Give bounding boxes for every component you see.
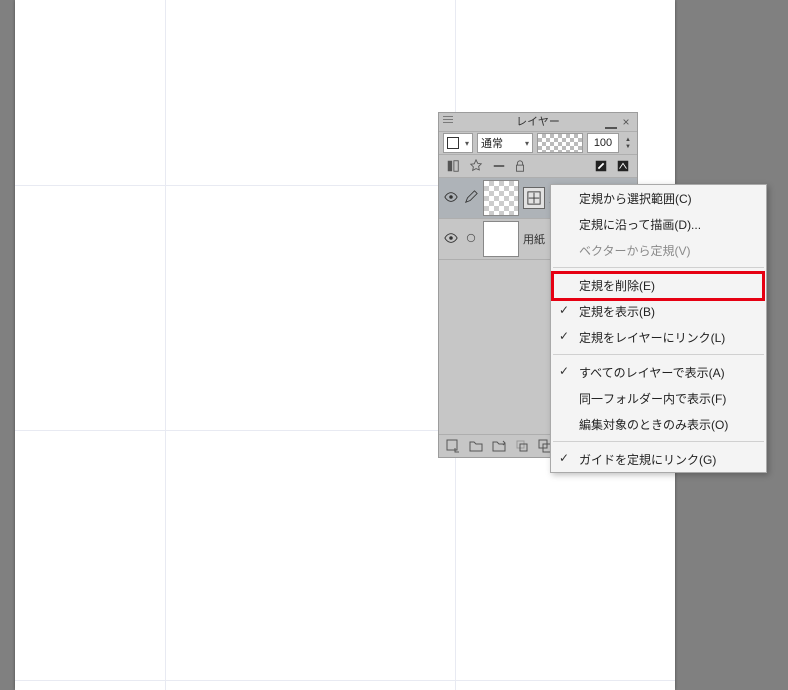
draft-layer-button[interactable] bbox=[489, 156, 509, 176]
edit-indicator[interactable] bbox=[463, 232, 479, 247]
menu-item[interactable]: 同一フォルダー内で表示(F) bbox=[551, 385, 766, 411]
check-icon: ✓ bbox=[559, 364, 569, 378]
edit-indicator[interactable] bbox=[463, 190, 479, 207]
layer-name: 用紙 bbox=[523, 231, 545, 247]
ruler-context-menu: 定規から選択範囲(C) 定規に沿って描画(D)... ベクターから定規(V) 定規を削… bbox=[550, 184, 767, 473]
menu-item[interactable]: 定規を削除(E) bbox=[551, 272, 766, 298]
panel-close-button[interactable]: × bbox=[619, 113, 633, 127]
menu-item[interactable]: 定規に沿って描画(D)... bbox=[551, 211, 766, 237]
layer-thumbnail[interactable] bbox=[483, 180, 519, 216]
layer-thumbnail[interactable] bbox=[483, 221, 519, 257]
chevron-up-icon: ▲ bbox=[623, 137, 633, 143]
menu-item[interactable]: 編集対象のときのみ表示(O) bbox=[551, 411, 766, 437]
menu-item[interactable]: ✓ 定規を表示(B) bbox=[551, 298, 766, 324]
chevron-down-icon: ▾ bbox=[525, 139, 529, 148]
chevron-down-icon: ▼ bbox=[623, 144, 633, 150]
clip-mask-button[interactable] bbox=[443, 156, 463, 176]
menu-item[interactable]: ✓ 定規をレイヤーにリンク(L) bbox=[551, 324, 766, 350]
blend-mode-value: 通常 bbox=[481, 135, 503, 151]
check-icon: ✓ bbox=[559, 451, 569, 465]
pencil-icon bbox=[464, 190, 478, 204]
menu-item-label: ベクターから定規(V) bbox=[579, 242, 691, 259]
visibility-toggle[interactable] bbox=[443, 190, 459, 207]
circle-icon bbox=[465, 232, 477, 244]
menu-item-label: 同一フォルダー内で表示(F) bbox=[579, 390, 726, 407]
opacity-input[interactable]: 100 bbox=[587, 133, 619, 153]
square-icon bbox=[447, 137, 459, 149]
palette-color-dropdown[interactable]: ▾ bbox=[443, 133, 473, 153]
menu-separator bbox=[553, 441, 764, 442]
opacity-slider[interactable] bbox=[537, 133, 583, 153]
ruler-thumbnail[interactable] bbox=[523, 187, 545, 209]
lock-buttons[interactable] bbox=[512, 156, 554, 176]
panel-titlebar[interactable]: レイヤー × bbox=[439, 113, 637, 132]
layer-menu-button[interactable] bbox=[613, 156, 633, 176]
reference-layer-button[interactable] bbox=[466, 156, 486, 176]
blend-mode-dropdown[interactable]: 通常 ▾ bbox=[477, 133, 533, 153]
transfer-layer-button[interactable] bbox=[489, 437, 509, 455]
panel-grip-icon bbox=[443, 116, 453, 128]
opacity-stepper[interactable]: ▲▼ bbox=[623, 134, 633, 152]
merge-layer-button[interactable] bbox=[512, 437, 532, 455]
eye-icon bbox=[444, 231, 458, 245]
menu-item-label: ガイドを定規にリンク(G) bbox=[579, 451, 716, 468]
menu-item[interactable]: ✓ すべてのレイヤーで表示(A) bbox=[551, 359, 766, 385]
panel-toolbar-1: ▾ 通常 ▾ 100 ▲▼ bbox=[439, 132, 637, 155]
panel-minimize-button[interactable] bbox=[605, 115, 617, 129]
menu-item: ベクターから定規(V) bbox=[551, 237, 766, 263]
menu-item-label: 編集対象のときのみ表示(O) bbox=[579, 416, 728, 433]
ruler-icon bbox=[527, 191, 541, 205]
menu-item-label: すべてのレイヤーで表示(A) bbox=[579, 364, 725, 381]
eye-icon bbox=[444, 190, 458, 204]
chevron-down-icon: ▾ bbox=[465, 139, 469, 148]
layer-info: 用紙 bbox=[523, 231, 545, 247]
new-folder-button[interactable] bbox=[466, 437, 486, 455]
menu-item-label: 定規を削除(E) bbox=[579, 277, 655, 294]
menu-separator bbox=[553, 354, 764, 355]
panel-toolbar-2 bbox=[439, 155, 637, 178]
menu-separator bbox=[553, 267, 764, 268]
extract-line-button[interactable] bbox=[591, 156, 611, 176]
menu-item-label: 定規を表示(B) bbox=[579, 303, 655, 320]
panel-title-text: レイヤー bbox=[516, 116, 560, 128]
new-layer-button[interactable] bbox=[443, 437, 463, 455]
menu-item-label: 定規をレイヤーにリンク(L) bbox=[579, 329, 725, 346]
check-icon: ✓ bbox=[559, 329, 569, 343]
menu-item-label: 定規に沿って描画(D)... bbox=[579, 216, 701, 233]
menu-item-label: 定規から選択範囲(C) bbox=[579, 190, 692, 207]
check-icon: ✓ bbox=[559, 303, 569, 317]
menu-item[interactable]: ✓ ガイドを定規にリンク(G) bbox=[551, 446, 766, 472]
visibility-toggle[interactable] bbox=[443, 231, 459, 248]
menu-item[interactable]: 定規から選択範囲(C) bbox=[551, 185, 766, 211]
